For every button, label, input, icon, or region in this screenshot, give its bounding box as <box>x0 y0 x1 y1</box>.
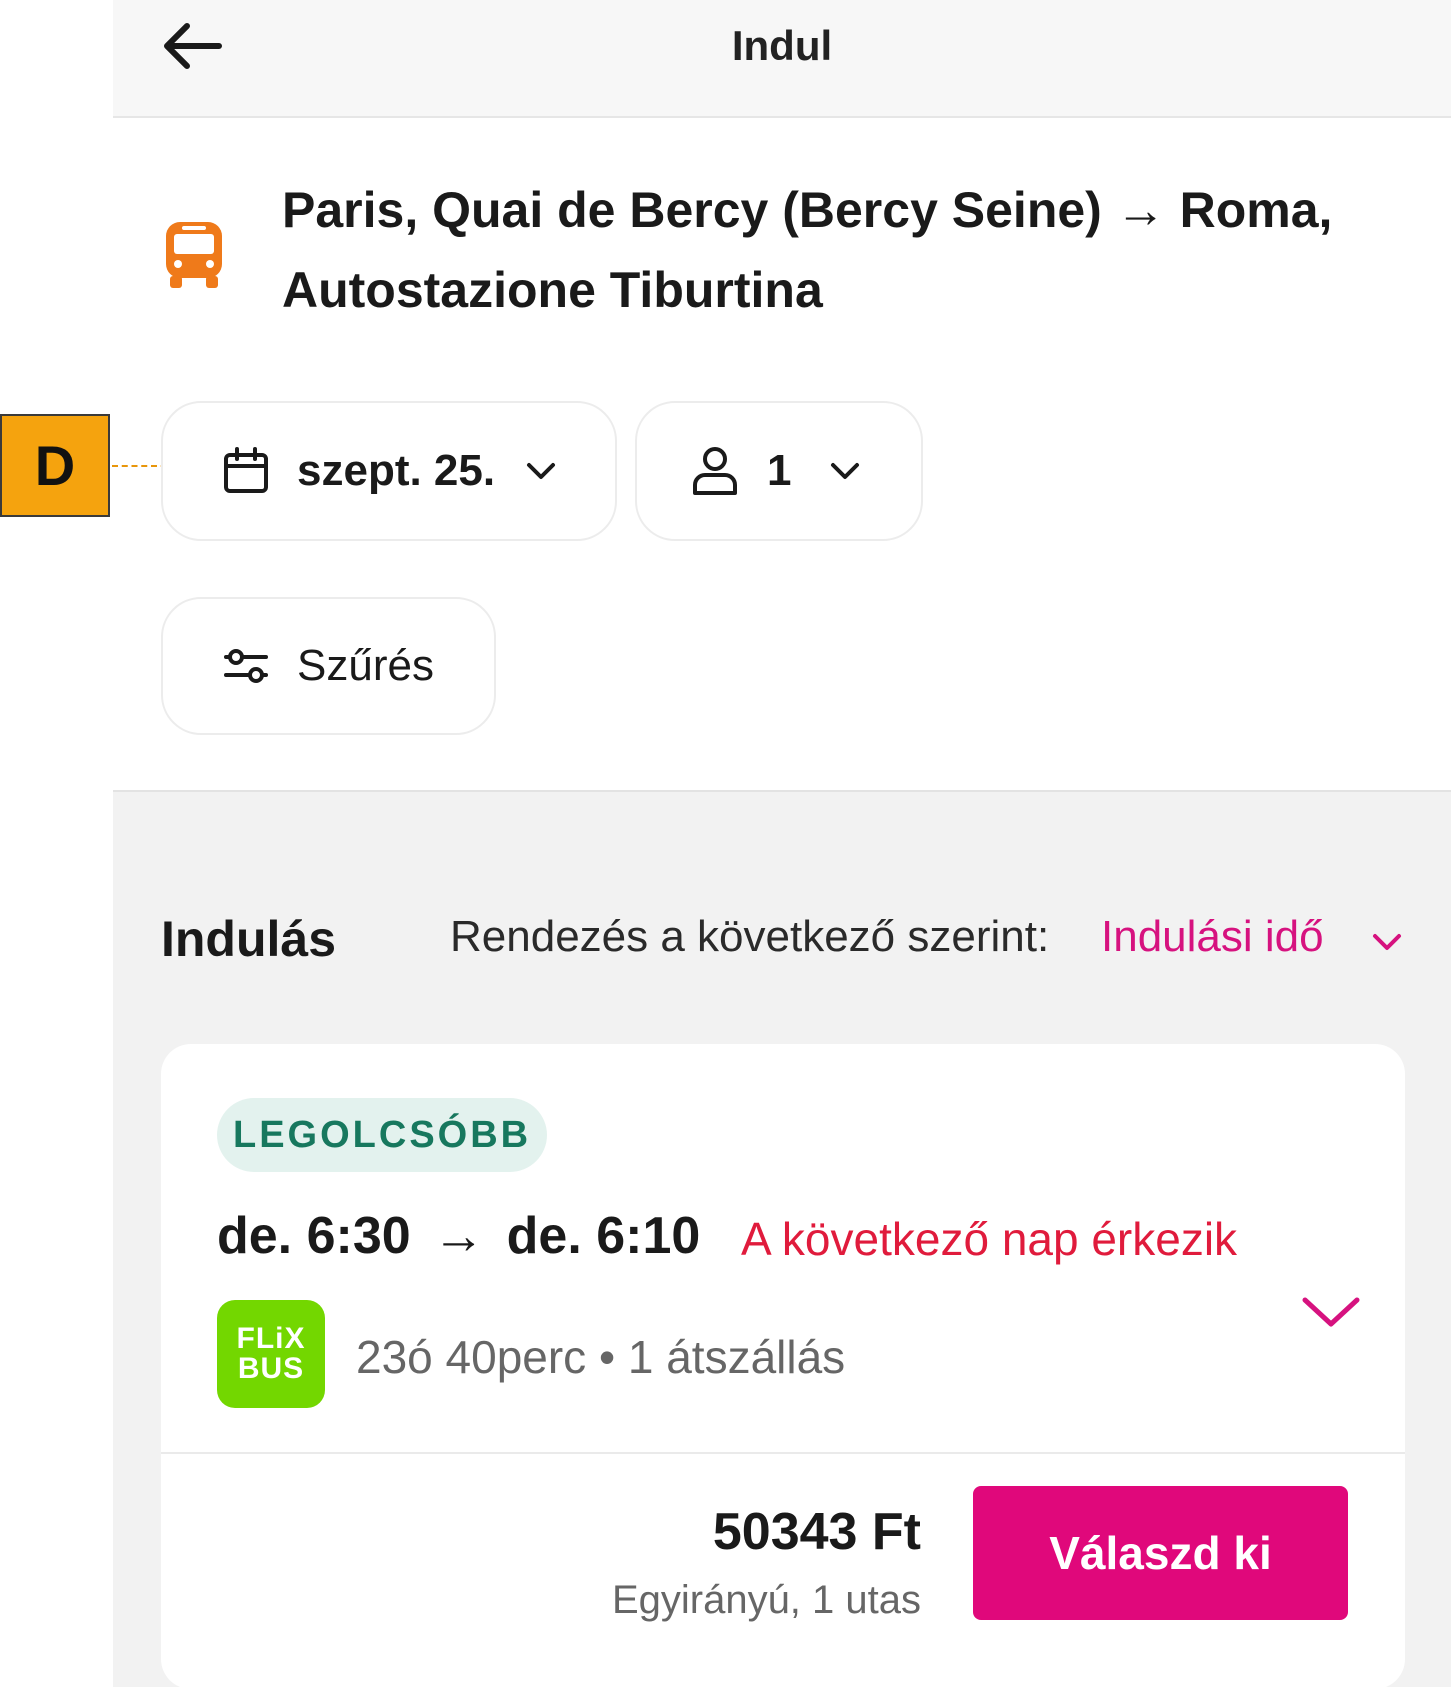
sort-label: Rendezés a következő szerint: <box>450 912 1050 961</box>
sort-dropdown[interactable]: Indulási idő <box>1101 912 1324 962</box>
cheapest-badge: LEGOLCSÓBB <box>217 1098 548 1172</box>
card-divider <box>161 1452 1405 1454</box>
trip-times: de. 6:30 → de. 6:10 <box>217 1206 700 1266</box>
chevron-down-icon <box>527 463 556 479</box>
passenger-selector[interactable]: 1 <box>635 401 923 541</box>
route-title: Paris, Quai de Bercy (Bercy Seine) → Rom… <box>282 182 1333 318</box>
filter-button[interactable]: Szűrés <box>161 597 496 735</box>
trip-duration: 23ó 40perc • 1 átszállás <box>356 1331 846 1383</box>
page-title: Indul <box>731 22 833 69</box>
results-section: Indulás Rendezés a következő szerint: In… <box>113 790 1451 1687</box>
chevron-down-icon <box>831 463 860 479</box>
trip-price: 50343 Ft <box>712 1503 921 1561</box>
price-note: Egyirányú, 1 utas <box>611 1578 921 1622</box>
logo-line-2: BUS <box>237 1352 305 1385</box>
arrival-time: de. 6:10 <box>506 1207 701 1265</box>
person-icon <box>693 447 737 495</box>
date-value: szept. 25. <box>297 446 496 495</box>
trip-card: LEGOLCSÓBB de. 6:30 → de. 6:10 A következő… <box>161 1044 1405 1687</box>
filter-sliders-icon <box>224 649 268 683</box>
top-bar: Indul <box>113 0 1451 118</box>
results-title: Indulás <box>161 911 337 967</box>
time-arrow: → <box>432 1207 485 1265</box>
page: Indul Paris, Quai de Bercy (Bercy Seine)… <box>0 0 1451 1687</box>
date-selector[interactable]: szept. 25. <box>161 401 617 541</box>
passenger-count: 1 <box>767 446 792 495</box>
bus-icon <box>166 222 222 288</box>
flixbus-logo: FLiX BUS <box>217 1300 325 1408</box>
filter-label: Szűrés <box>297 641 434 690</box>
chevron-down-icon <box>1302 1297 1360 1327</box>
departure-time: de. 6:30 <box>217 1207 411 1265</box>
next-day-note: A következő nap érkezik <box>741 1213 1238 1265</box>
annotation-marker: D <box>0 414 110 517</box>
logo-line-1: FLiX <box>236 1322 306 1355</box>
calendar-icon <box>224 447 268 493</box>
select-trip-button[interactable]: Válaszd ki <box>973 1486 1348 1620</box>
expand-trip-button[interactable] <box>1291 1282 1371 1342</box>
chevron-down-icon[interactable] <box>1365 922 1409 962</box>
